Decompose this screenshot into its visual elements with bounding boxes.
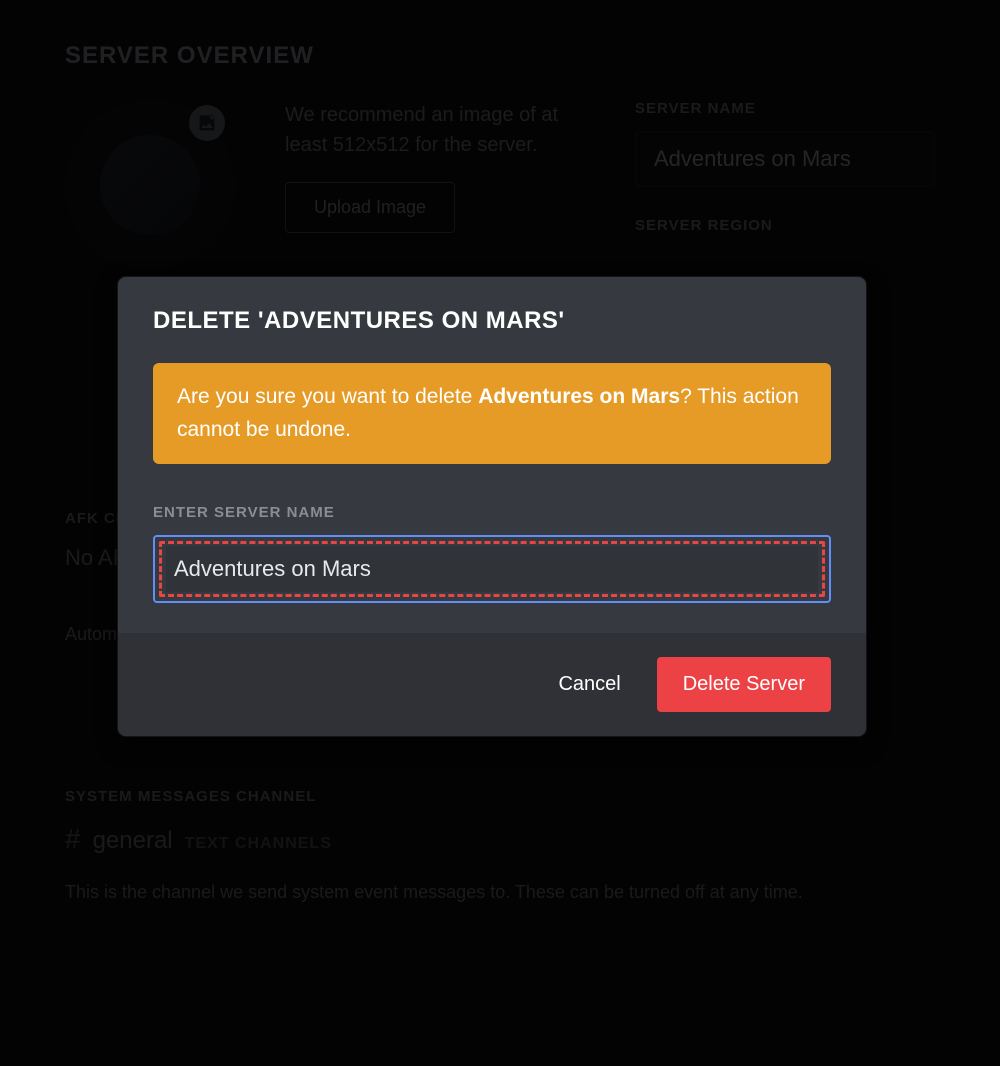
warning-server-name: Adventures on Mars: [478, 385, 680, 408]
delete-server-modal: DELETE 'ADVENTURES ON MARS' Are you sure…: [118, 277, 866, 736]
warning-prefix: Are you sure you want to delete: [177, 385, 478, 408]
delete-server-button[interactable]: Delete Server: [657, 657, 831, 712]
enter-server-name-label: ENTER SERVER NAME: [153, 504, 831, 521]
modal-body: DELETE 'ADVENTURES ON MARS' Are you sure…: [118, 277, 866, 633]
cancel-button[interactable]: Cancel: [550, 661, 628, 708]
confirm-input-highlight: [153, 535, 831, 603]
confirm-server-name-input[interactable]: [166, 546, 818, 592]
delete-warning-box: Are you sure you want to delete Adventur…: [153, 363, 831, 464]
modal-footer: Cancel Delete Server: [118, 633, 866, 736]
confirm-input-dashed-border: [159, 541, 825, 597]
modal-title: DELETE 'ADVENTURES ON MARS': [153, 307, 831, 335]
